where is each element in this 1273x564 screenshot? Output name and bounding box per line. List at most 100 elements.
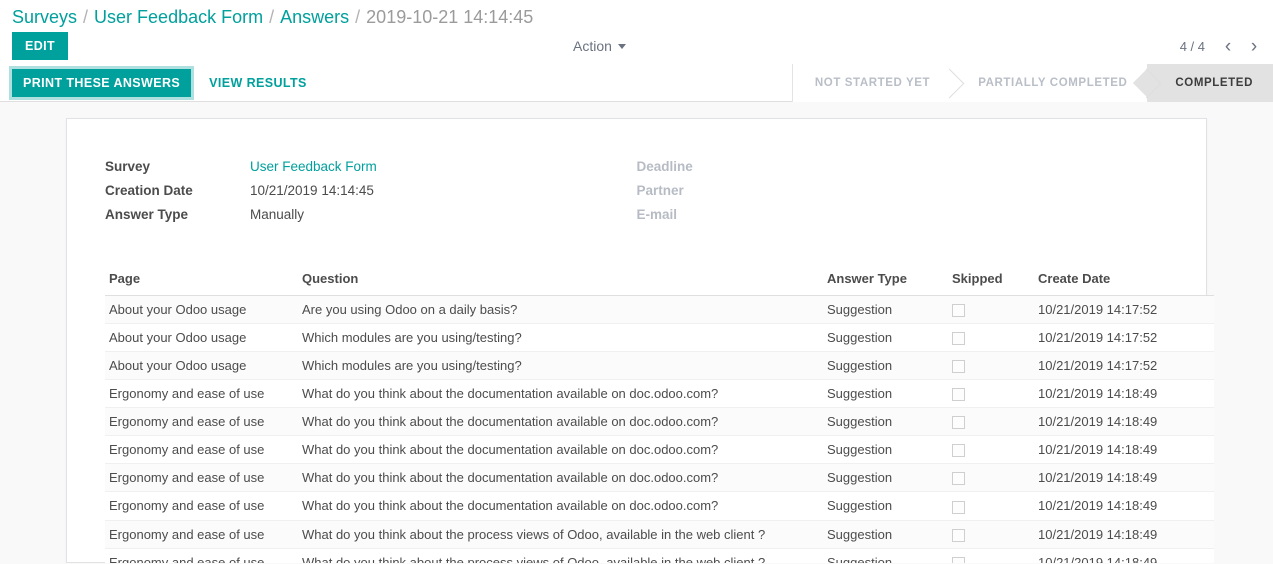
cell-create-date: 10/21/2019 14:17:52 (1034, 295, 1214, 325)
cell-create-date: 10/21/2019 14:17:52 (1034, 351, 1214, 381)
skipped-checkbox[interactable] (952, 472, 965, 486)
field-answer-type: Answer Type Manually (105, 207, 637, 231)
table-row[interactable]: Ergonomy and ease of use What do you thin… (105, 463, 1214, 493)
cell-skipped (948, 323, 1034, 353)
field-creation-date-value: 10/21/2019 14:14:45 (250, 183, 374, 198)
breadcrumb-item-user-feedback-form[interactable]: User Feedback Form (94, 7, 263, 28)
form-sheet: Survey User Feedback Form Creation Date … (66, 118, 1214, 563)
field-survey-value[interactable]: User Feedback Form (250, 159, 377, 174)
field-answer-type-label: Answer Type (105, 207, 189, 222)
table-row[interactable]: Ergonomy and ease of use What do you thin… (105, 548, 1214, 563)
cell-page: Ergonomy and ease of use (105, 463, 298, 493)
breadcrumb-item-surveys[interactable]: Surveys (12, 7, 77, 28)
cell-question: What do you think about the documentatio… (298, 379, 823, 409)
cell-question: What do you think about the documentatio… (298, 491, 823, 521)
cell-answer-type: Suggestion (823, 491, 948, 521)
breadcrumb-item-current: 2019-10-21 14:14:45 (366, 6, 534, 27)
answers-table: Page Question Answer Type Skipped Create… (105, 265, 1214, 563)
column-header-question[interactable]: Question (298, 265, 823, 296)
cell-answer-type: Suggestion (823, 435, 948, 465)
cell-question: What do you think about the documentatio… (298, 463, 823, 493)
pager-count: 4 / 4 (1179, 38, 1205, 54)
cell-create-date: 10/21/2019 14:18:49 (1034, 379, 1214, 409)
action-dropdown[interactable]: Action (573, 38, 626, 54)
table-row[interactable]: Ergonomy and ease of use What do you thin… (105, 407, 1214, 437)
cell-page: Ergonomy and ease of use (105, 407, 298, 437)
column-header-create-date[interactable]: Create Date (1034, 265, 1214, 296)
table-row[interactable]: Ergonomy and ease of use What do you thin… (105, 379, 1214, 409)
cell-page: Ergonomy and ease of use (105, 435, 298, 465)
cell-create-date: 10/21/2019 14:18:49 (1034, 491, 1214, 521)
answers-table-head: Page Question Answer Type Skipped Create… (105, 265, 1214, 296)
statusbar-stage-not-started-yet[interactable]: NOT STARTED YET (792, 64, 951, 102)
table-row[interactable]: Ergonomy and ease of use What do you thin… (105, 435, 1214, 465)
cell-skipped (948, 407, 1034, 437)
statusbar-stage-completed[interactable]: COMPLETED (1147, 64, 1273, 102)
statusbar-stage-partially-completed[interactable]: PARTIALLY COMPLETED (950, 64, 1148, 102)
breadcrumb: Surveys / User Feedback Form / Answers /… (0, 0, 1273, 28)
cell-question: What do you think about the process view… (298, 520, 823, 549)
cell-page: Ergonomy and ease of use (105, 548, 298, 563)
table-row[interactable]: Ergonomy and ease of use What do you thin… (105, 520, 1214, 549)
field-creation-date: Creation Date 10/21/2019 14:14:45 (105, 183, 637, 207)
cell-question: What do you think about the documentatio… (298, 407, 823, 437)
field-partner: Partner (637, 183, 1169, 207)
column-header-page[interactable]: Page (105, 265, 298, 296)
edit-button[interactable]: EDIT (12, 32, 69, 60)
cell-answer-type: Suggestion (823, 407, 948, 437)
skipped-checkbox[interactable] (952, 388, 965, 402)
breadcrumb-separator: / (269, 6, 275, 27)
field-partner-label: Partner (636, 183, 684, 198)
cell-skipped (948, 379, 1034, 409)
table-row[interactable]: About your Odoo usage Are you using Odoo … (105, 295, 1214, 325)
skipped-checkbox[interactable] (952, 556, 965, 563)
view-results-button[interactable]: VIEW RESULTS (198, 69, 318, 97)
cell-skipped (948, 435, 1034, 465)
cell-answer-type: Suggestion (823, 520, 948, 549)
cell-question: Which modules are you using/testing? (298, 323, 823, 353)
cell-skipped (948, 295, 1034, 325)
form-column-left: Survey User Feedback Form Creation Date … (105, 159, 637, 231)
table-row[interactable]: About your Odoo usage Which modules are y… (105, 323, 1214, 353)
table-row[interactable]: About your Odoo usage Which modules are y… (105, 351, 1214, 381)
control-panel: Surveys / User Feedback Form / Answers /… (0, 0, 1273, 64)
chevron-left-icon[interactable]: ‹ (1217, 33, 1239, 59)
cell-page: Ergonomy and ease of use (105, 520, 298, 549)
skipped-checkbox[interactable] (952, 332, 965, 346)
skipped-checkbox[interactable] (952, 500, 965, 514)
cell-question: What do you think about the process view… (298, 548, 823, 563)
cell-create-date: 10/21/2019 14:18:49 (1034, 520, 1214, 549)
column-header-answer-type[interactable]: Answer Type (823, 265, 948, 296)
breadcrumb-separator: / (355, 6, 361, 27)
field-email-label: E-mail (636, 207, 678, 222)
breadcrumb-item-answers[interactable]: Answers (280, 7, 349, 28)
sheet-container: Survey User Feedback Form Creation Date … (0, 102, 1273, 563)
form-column-right: Deadline Partner E-mail (637, 159, 1169, 231)
skipped-checkbox[interactable] (952, 528, 965, 542)
field-deadline: Deadline (637, 159, 1169, 183)
cell-question: Which modules are you using/testing? (298, 351, 823, 381)
skipped-checkbox[interactable] (952, 304, 965, 318)
table-row[interactable]: Ergonomy and ease of use What do you thin… (105, 491, 1214, 521)
column-header-skipped[interactable]: Skipped (948, 265, 1034, 296)
field-survey: Survey User Feedback Form (105, 159, 637, 183)
skipped-checkbox[interactable] (952, 444, 965, 458)
cell-page: About your Odoo usage (105, 323, 298, 353)
cell-create-date: 10/21/2019 14:18:49 (1034, 463, 1214, 493)
cell-skipped (948, 463, 1034, 493)
form-button-bar: PRINT THESE ANSWERS VIEW RESULTS NOT STA… (0, 64, 1273, 102)
cell-page: Ergonomy and ease of use (105, 491, 298, 521)
field-deadline-label: Deadline (636, 159, 693, 174)
answers-table-body: About your Odoo usage Are you using Odoo … (105, 295, 1214, 563)
chevron-right-icon[interactable]: › (1243, 33, 1265, 59)
field-email: E-mail (637, 207, 1169, 231)
print-these-answers-button[interactable]: PRINT THESE ANSWERS (8, 65, 195, 100)
skipped-checkbox[interactable] (952, 360, 965, 374)
cell-question: Are you using Odoo on a daily basis? (298, 295, 823, 325)
action-dropdown-label: Action (573, 38, 612, 54)
skipped-checkbox[interactable] (952, 416, 965, 430)
cell-answer-type: Suggestion (823, 323, 948, 353)
cell-answer-type: Suggestion (823, 379, 948, 409)
cell-answer-type: Suggestion (823, 548, 948, 563)
answers-table-header-row: Page Question Answer Type Skipped Create… (105, 265, 1214, 296)
